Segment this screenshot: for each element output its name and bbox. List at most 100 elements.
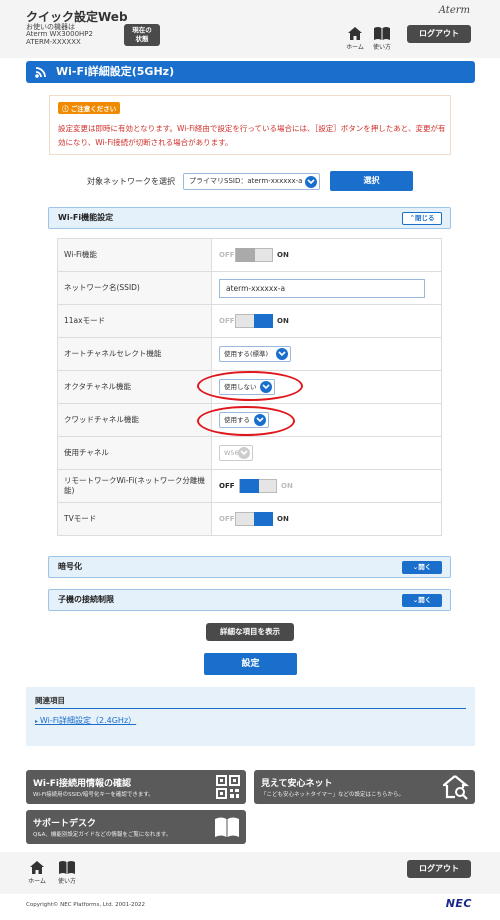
qr-code-icon bbox=[216, 775, 240, 799]
row-label: リモートワークWi-Fi(ネットワーク分離機能) bbox=[57, 469, 212, 503]
logout-button[interactable]: ログアウト bbox=[407, 25, 471, 43]
support-desk-card[interactable]: サポートデスク Q&A、機能別設定ガイドなどの情報をご覧になれます。 bbox=[26, 810, 246, 844]
warning-icon: ⓘ bbox=[62, 105, 71, 113]
nav-home-label: ホーム bbox=[346, 44, 364, 51]
wifi-settings-section-title: Wi-Fi機能設定 bbox=[58, 213, 114, 222]
channel-value: W56 bbox=[224, 449, 239, 457]
chevron-down-icon bbox=[276, 348, 288, 360]
highlight-circle bbox=[197, 406, 295, 436]
book-icon bbox=[374, 27, 390, 40]
related-link-wifi-24ghz[interactable]: ▸ Wi-Fi詳細設定（2.4GHz） bbox=[35, 715, 136, 726]
notice-box: ⓘ ご注意ください 設定変更は即時に有効となります。Wi-Fi経由で設定を行って… bbox=[49, 95, 451, 155]
card-desc: Wi-Fi接続用のSSID/暗号化キーを確認できます。 bbox=[33, 792, 154, 798]
11ax-mode-toggle[interactable]: OFF ON bbox=[219, 314, 289, 328]
nav-help[interactable]: 使い方 bbox=[369, 26, 395, 51]
toggle-track bbox=[239, 479, 277, 493]
remote-work-wifi-toggle[interactable]: OFF ON bbox=[219, 479, 293, 493]
toggle-off-label: OFF bbox=[219, 515, 235, 523]
table-row: ネットワーク名(SSID) aterm-xxxxxx-a bbox=[57, 271, 442, 305]
toggle-on-label: ON bbox=[277, 515, 289, 523]
related-title: 関連項目 bbox=[35, 696, 65, 705]
page-title-bar: Wi-Fi詳細設定(5GHz) bbox=[26, 61, 475, 83]
table-row: オートチャネルセレクト機能 使用する(標準) bbox=[57, 337, 442, 371]
expand-label: 開く bbox=[418, 596, 432, 604]
ssid-input[interactable]: aterm-xxxxxx-a bbox=[219, 278, 425, 298]
table-row: TVモード OFF ON bbox=[57, 502, 442, 536]
toggle-on-label: ON bbox=[277, 251, 289, 259]
device-model: Aterm WX3000HP2 bbox=[26, 30, 93, 38]
footer-nav-home-label: ホーム bbox=[28, 878, 46, 885]
footer: ホーム 使い方 ログアウト bbox=[0, 852, 500, 894]
related-items: 関連項目 ▸ Wi-Fi詳細設定（2.4GHz） bbox=[26, 687, 475, 746]
show-detail-button[interactable]: 詳細な項目を表示 bbox=[206, 623, 294, 641]
row-label: 11axモード bbox=[57, 304, 212, 338]
expand-button[interactable]: ⌄開く bbox=[402, 594, 442, 607]
encryption-section-header[interactable]: 暗号化 ⌄開く bbox=[48, 556, 451, 578]
card-title: Wi-Fi接続用情報の確認 bbox=[33, 779, 131, 789]
nav-home[interactable]: ホーム bbox=[342, 26, 368, 51]
table-row: リモートワークWi-Fi(ネットワーク分離機能) OFF ON bbox=[57, 469, 442, 503]
current-status-button[interactable]: 現在の 状態 bbox=[124, 24, 160, 46]
toggle-track bbox=[235, 248, 273, 262]
row-label: クワッドチャネル機能 bbox=[57, 403, 212, 437]
footer-logout-button[interactable]: ログアウト bbox=[407, 860, 471, 878]
toggle-knob bbox=[254, 314, 273, 328]
wifi-settings-section-header[interactable]: Wi-Fi機能設定 ⌃閉じる bbox=[48, 207, 451, 229]
client-limit-section-title: 子機の接続制限 bbox=[58, 595, 114, 604]
home-icon bbox=[348, 27, 362, 40]
card-title: サポートデスク bbox=[33, 819, 97, 829]
wifi-icon bbox=[35, 67, 46, 78]
row-label: オートチャネルセレクト機能 bbox=[57, 337, 212, 371]
select-network-button[interactable]: 選択 bbox=[330, 171, 413, 191]
related-link-label: Wi-Fi詳細設定（2.4GHz） bbox=[39, 716, 137, 725]
mieru-anshin-net-card[interactable]: 見えて安心ネット 「こども安心ネットタイマー」などの設定はこちらから。 bbox=[254, 770, 475, 804]
apply-button[interactable]: 設定 bbox=[204, 653, 297, 675]
toggle-off-label: OFF bbox=[219, 251, 235, 259]
nav-help-label: 使い方 bbox=[372, 44, 391, 51]
chevron-down-icon bbox=[305, 175, 317, 188]
toggle-knob bbox=[254, 512, 273, 526]
network-select[interactable]: プライマリSSID：aterm-xxxxxx-a bbox=[183, 173, 320, 190]
notice-heading: ⓘ ご注意ください bbox=[58, 102, 121, 114]
card-title: 見えて安心ネット bbox=[261, 779, 333, 789]
footer-nav-home[interactable]: ホーム bbox=[24, 860, 50, 885]
device-id: ATERM-XXXXXX bbox=[26, 38, 81, 46]
toggle-knob bbox=[240, 479, 259, 493]
expand-label: 開く bbox=[418, 563, 432, 571]
header: クイック設定Web お使いの機器は Aterm WX3000HP2 ATERM-… bbox=[0, 0, 500, 58]
row-label: Wi-Fi機能 bbox=[57, 238, 212, 272]
expand-button[interactable]: ⌄開く bbox=[402, 561, 442, 574]
divider bbox=[35, 708, 466, 709]
card-desc: 「こども安心ネットタイマー」などの設定はこちらから。 bbox=[261, 792, 405, 798]
brand-logo: Aterm bbox=[438, 5, 470, 16]
network-select-label: 対象ネットワークを選択 bbox=[87, 177, 175, 186]
wifi-info-card[interactable]: Wi-Fi接続用情報の確認 Wi-Fi接続用のSSID/暗号化キーを確認できます… bbox=[26, 770, 246, 804]
table-row: 使用チャネル W56 bbox=[57, 436, 442, 470]
footer-nav-help[interactable]: 使い方 bbox=[54, 860, 80, 885]
auto-channel-select[interactable]: 使用する(標準) bbox=[219, 346, 291, 362]
collapse-label: 閉じる bbox=[414, 214, 435, 222]
footer-nav-help-label: 使い方 bbox=[57, 878, 76, 885]
collapse-button[interactable]: ⌃閉じる bbox=[402, 212, 442, 225]
book-icon bbox=[215, 817, 239, 837]
client-limit-section-header[interactable]: 子機の接続制限 ⌄開く bbox=[48, 589, 451, 611]
wifi-function-toggle[interactable]: OFF ON bbox=[219, 248, 289, 262]
toggle-knob bbox=[236, 248, 255, 262]
toggle-track bbox=[235, 314, 273, 328]
encryption-section-title: 暗号化 bbox=[58, 562, 82, 571]
chevron-down-icon bbox=[238, 447, 250, 459]
card-desc: Q&A、機能別設定ガイドなどの情報をご覧になれます。 bbox=[33, 832, 172, 838]
auto-channel-value: 使用する(標準) bbox=[224, 350, 269, 358]
page-title: Wi-Fi詳細設定(5GHz) bbox=[56, 65, 175, 78]
tv-mode-toggle[interactable]: OFF ON bbox=[219, 512, 289, 526]
copyright: Copyright© NEC Platforms, Ltd. 2001-2022 bbox=[26, 902, 146, 908]
table-row: 11axモード OFF ON bbox=[57, 304, 442, 338]
current-status-label: 現在の 状態 bbox=[132, 26, 152, 43]
house-search-icon bbox=[443, 775, 469, 800]
row-label: オクタチャネル機能 bbox=[57, 370, 212, 404]
book-icon bbox=[59, 861, 75, 874]
row-label: TVモード bbox=[57, 502, 212, 536]
nec-logo: NEC bbox=[445, 897, 472, 910]
highlight-circle bbox=[197, 371, 303, 401]
channel-select[interactable]: W56 bbox=[219, 445, 253, 461]
